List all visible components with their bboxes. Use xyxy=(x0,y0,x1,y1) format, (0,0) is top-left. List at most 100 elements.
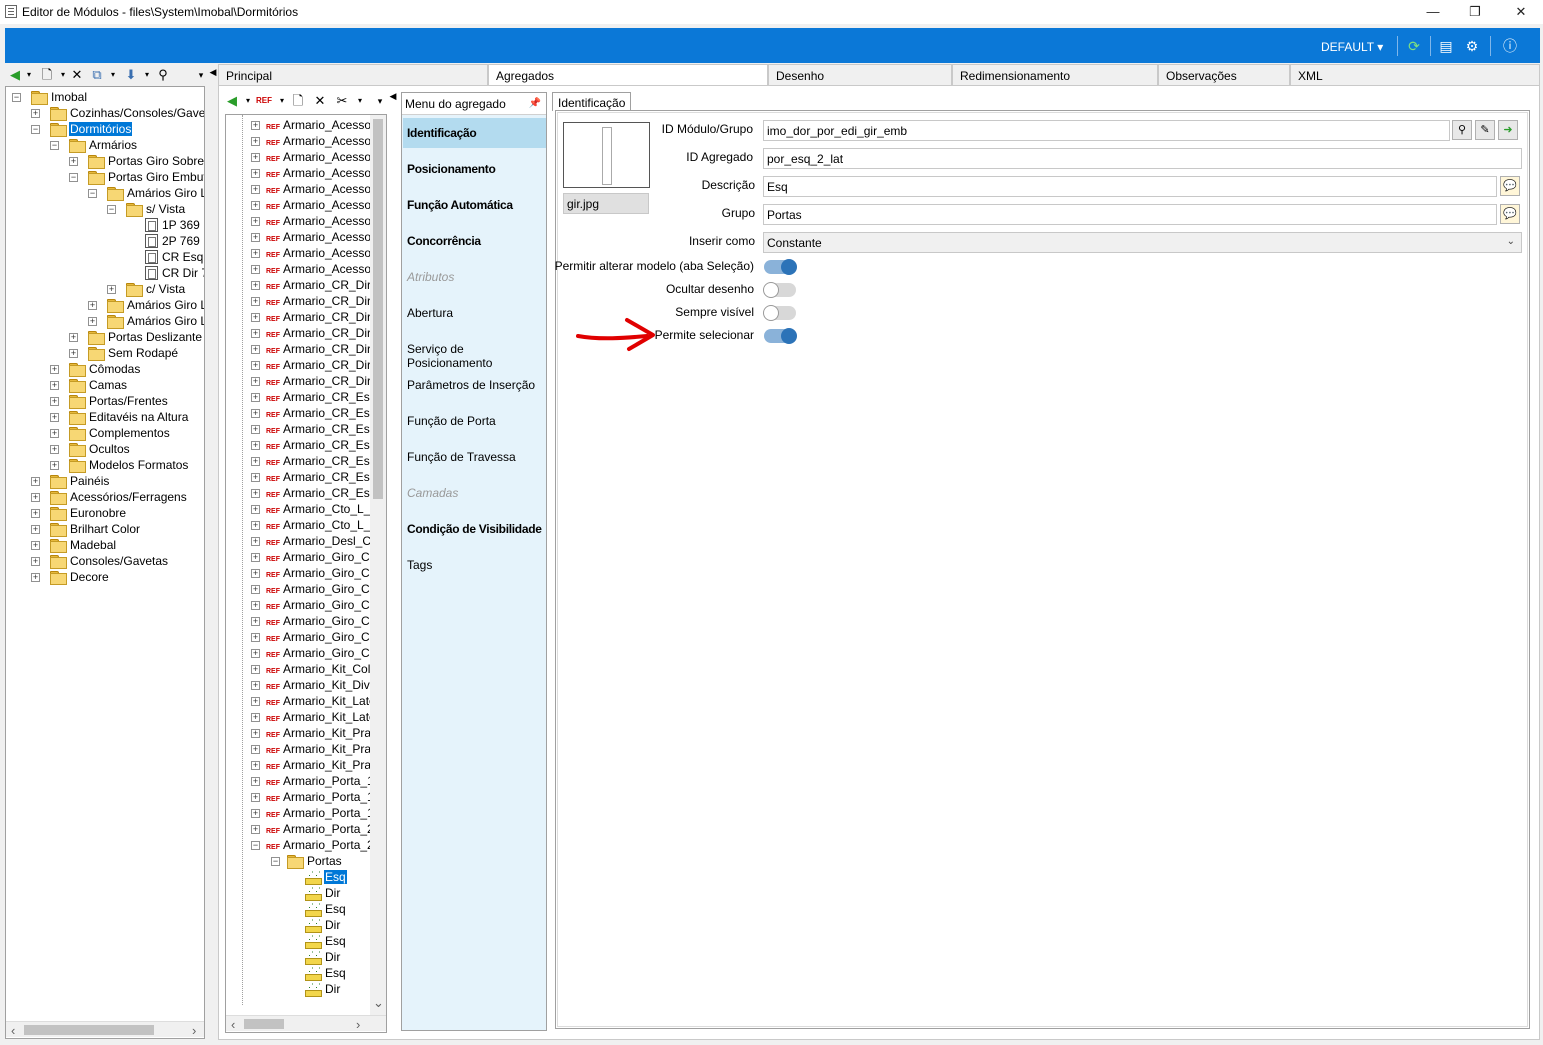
tree-node[interactable]: − Imobal xyxy=(12,89,88,105)
expand-icon[interactable]: + xyxy=(251,297,260,306)
help-icon[interactable]: ⓘ xyxy=(1501,37,1519,55)
collapse-icon[interactable]: − xyxy=(50,141,59,150)
aggregate-ref-node[interactable]: + REF Armario_CR_Esc xyxy=(251,421,377,437)
tree-node[interactable]: + Modelos Formatos xyxy=(50,457,189,473)
aggregate-ref-node[interactable]: + REF Armario_CR_Esc xyxy=(251,453,377,469)
tree-node[interactable]: + Camas xyxy=(50,377,128,393)
menu-item-concorrencia[interactable]: Concorrência xyxy=(403,226,546,256)
expand-icon[interactable]: + xyxy=(251,505,260,514)
ref-dropdown-icon[interactable]: ▾ xyxy=(274,93,290,109)
collapse-icon[interactable]: − xyxy=(251,841,260,850)
menu-item-servico-de-posicionamento[interactable]: Serviço de Posicionamento xyxy=(403,334,546,370)
expand-icon[interactable]: + xyxy=(251,201,260,210)
aggregate-ref-node[interactable]: + REF Armario_CR_Dir xyxy=(251,309,372,325)
image-name-field[interactable]: gir.jpg xyxy=(563,193,649,214)
copy-icon[interactable]: ⧉ xyxy=(89,67,105,83)
aggregate-ref-node[interactable]: + REF Armario_Kit_Late xyxy=(251,709,377,725)
aggregate-ref-node[interactable]: + REF Armario_Acesso xyxy=(251,149,372,165)
aggregate-ref-node[interactable]: + REF Armario_Giro_C xyxy=(251,613,371,629)
expand-icon[interactable]: + xyxy=(88,317,97,326)
expand-icon[interactable]: + xyxy=(31,557,40,566)
expand-icon[interactable]: + xyxy=(251,809,260,818)
move-icon[interactable]: ⬇ xyxy=(123,67,139,83)
expand-icon[interactable]: + xyxy=(251,345,260,354)
aggregate-ref-node[interactable]: + REF Armario_Kit_Col xyxy=(251,661,371,677)
scroll-thumb[interactable] xyxy=(244,1019,284,1029)
tree-node[interactable]: + Portas Giro Sobrepor xyxy=(69,153,204,169)
tree-node[interactable]: CR Esq xyxy=(126,249,204,265)
aggregate-ref-node[interactable]: + REF Armario_Cto_L_ xyxy=(251,517,371,533)
aggregate-ref-node[interactable]: + REF Armario_Porta_2 xyxy=(251,821,375,837)
expand-icon[interactable]: + xyxy=(251,393,260,402)
search-module-icon[interactable]: ⚲ xyxy=(1452,120,1472,140)
aggregate-ref-node[interactable]: + REF Armario_Cto_L_ xyxy=(251,501,371,517)
expand-icon[interactable]: + xyxy=(251,777,260,786)
tab-identificacao[interactable]: Identificação xyxy=(552,92,632,111)
expand-icon[interactable]: + xyxy=(251,409,260,418)
aggregate-ref-node[interactable]: + REF Armario_Acesso xyxy=(251,165,372,181)
aggregate-ref-node[interactable]: + REF Armario_Giro_C xyxy=(251,565,371,581)
horizontal-scrollbar[interactable]: ‹ › xyxy=(226,1015,386,1032)
expand-icon[interactable]: + xyxy=(50,461,59,470)
go-module-icon[interactable]: ➜ xyxy=(1498,120,1518,140)
translate-descricao-icon[interactable]: 💬 xyxy=(1500,176,1520,196)
tree-node[interactable]: + Complementos xyxy=(50,425,171,441)
tree-node[interactable]: + Euronobre xyxy=(31,505,127,521)
grupo-input[interactable]: Portas xyxy=(763,204,1497,225)
aggregate-ref-node[interactable]: + REF Armario_CR_Esc xyxy=(251,485,377,501)
expand-icon[interactable]: + xyxy=(31,109,40,118)
aggregate-ref-node[interactable]: + REF Armario_CR_Dir xyxy=(251,293,372,309)
menu-item-abertura[interactable]: Abertura xyxy=(403,298,546,328)
maximize-button[interactable]: ❐ xyxy=(1460,2,1490,22)
tree-node[interactable]: + Portas/Frentes xyxy=(50,393,169,409)
expand-icon[interactable]: + xyxy=(69,333,78,342)
expand-icon[interactable]: + xyxy=(251,793,260,802)
tree-node[interactable]: + c/ Vista xyxy=(107,281,186,297)
expand-icon[interactable]: + xyxy=(251,537,260,546)
tab-agregados[interactable]: Agregados xyxy=(488,64,768,86)
expand-icon[interactable]: + xyxy=(251,329,260,338)
tab-xml[interactable]: XML xyxy=(1290,64,1540,85)
cut-icon[interactable]: ✂ xyxy=(334,93,350,109)
expand-icon[interactable]: + xyxy=(251,713,260,722)
aggregate-ref-node[interactable]: + REF Armario_CR_Esc xyxy=(251,437,377,453)
expand-icon[interactable]: + xyxy=(251,681,260,690)
expand-icon[interactable]: + xyxy=(31,493,40,502)
new-aggregate-icon[interactable]: 🗋 xyxy=(290,93,306,109)
aggregate-ref-node[interactable]: + REF Armario_Kit_Pra xyxy=(251,757,372,773)
minimize-button[interactable]: — xyxy=(1418,2,1448,22)
expand-icon[interactable]: + xyxy=(251,265,260,274)
expand-icon[interactable]: + xyxy=(251,153,260,162)
menu-item-parametros-de-insercao[interactable]: Parâmetros de Inserção xyxy=(403,370,546,400)
inserir-como-select[interactable]: Constante ⌄ xyxy=(763,232,1522,253)
expand-icon[interactable]: + xyxy=(251,585,260,594)
expand-icon[interactable]: + xyxy=(251,121,260,130)
aggregate-ref-node[interactable]: + REF Armario_Acesso xyxy=(251,181,372,197)
expand-icon[interactable]: + xyxy=(251,665,260,674)
expand-icon[interactable]: + xyxy=(251,825,260,834)
expand-icon[interactable]: + xyxy=(50,381,59,390)
scroll-thumb[interactable] xyxy=(24,1025,154,1035)
edit-module-icon[interactable]: ✎ xyxy=(1475,120,1495,140)
translate-grupo-icon[interactable]: 💬 xyxy=(1500,204,1520,224)
aggregate-ref-node[interactable]: + REF Armario_Acesso xyxy=(251,133,372,149)
aggregate-ref-node[interactable]: + REF Armario_Kit_Pra xyxy=(251,725,372,741)
new-item-icon[interactable]: 🗋 xyxy=(39,67,55,83)
back-dropdown-icon[interactable]: ▾ xyxy=(21,67,37,83)
aggregate-ref-node[interactable]: + REF Armario_Desl_C xyxy=(251,533,372,549)
expand-icon[interactable]: + xyxy=(251,361,260,370)
aggregate-node[interactable]: Dir xyxy=(305,979,341,997)
copy-dropdown-icon[interactable]: ▾ xyxy=(105,67,121,83)
collapse-icon[interactable]: − xyxy=(12,93,21,102)
expand-icon[interactable]: + xyxy=(251,569,260,578)
expand-icon[interactable]: + xyxy=(31,509,40,518)
expand-icon[interactable]: + xyxy=(251,649,260,658)
expand-icon[interactable]: + xyxy=(31,477,40,486)
tab-redimensionamento[interactable]: Redimensionamento xyxy=(952,64,1158,85)
menu-item-tags[interactable]: Tags xyxy=(403,550,546,580)
aggregate-ref-node[interactable]: + REF Armario_Porta_1 xyxy=(251,789,375,805)
tree-node[interactable]: + Portas Deslizante xyxy=(69,329,203,345)
tree-node[interactable]: − Dormitórios xyxy=(31,121,133,137)
tree-node[interactable]: + Amários Giro La xyxy=(88,313,204,329)
collapse-icon[interactable]: − xyxy=(31,125,40,134)
